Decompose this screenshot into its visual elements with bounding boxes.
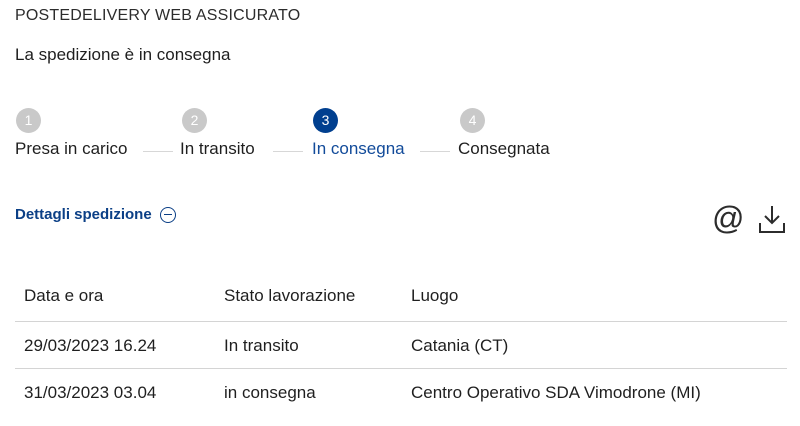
step-connector bbox=[143, 151, 173, 152]
details-toggle-label: Dettagli spedizione bbox=[15, 206, 152, 223]
download-icon-graphic bbox=[759, 206, 785, 233]
header-date-time: Data e ora bbox=[24, 286, 104, 305]
shipment-status-text: La spedizione è in consegna bbox=[15, 45, 231, 64]
step-consegnata: 4 Consegnata bbox=[458, 108, 550, 158]
cell-date-time: 31/03/2023 03.04 bbox=[24, 383, 157, 402]
table-row: 29/03/2023 16.24 In transito Catania (CT… bbox=[15, 321, 787, 368]
minus-circle-icon bbox=[159, 206, 176, 223]
cell-status: in consegna bbox=[224, 383, 316, 402]
table-row: 31/03/2023 03.04 in consegna Centro Oper… bbox=[15, 368, 787, 415]
step-connector bbox=[420, 151, 450, 152]
step-number: 1 bbox=[16, 108, 41, 133]
at-sign-glyph: @ bbox=[712, 200, 745, 236]
service-title: POSTEDELIVERY WEB ASSICURATO bbox=[15, 7, 301, 24]
step-number: 2 bbox=[182, 108, 207, 133]
at-sign-icon[interactable]: @ bbox=[712, 201, 746, 235]
step-label: Consegnata bbox=[458, 139, 550, 158]
step-number: 4 bbox=[460, 108, 485, 133]
header-processing-status: Stato lavorazione bbox=[224, 286, 356, 305]
step-connector bbox=[273, 151, 303, 152]
table-header-row: Data e ora Stato lavorazione Luogo bbox=[15, 271, 787, 321]
step-in-transito: 2 In transito bbox=[180, 108, 255, 158]
step-label: In consegna bbox=[312, 139, 405, 158]
cell-location: Centro Operativo SDA Vimodrone (MI) bbox=[411, 383, 701, 402]
cell-location: Catania (CT) bbox=[411, 336, 509, 355]
step-label: Presa in carico bbox=[15, 139, 128, 158]
cell-date-time: 29/03/2023 16.24 bbox=[24, 336, 157, 355]
step-in-consegna: 3 In consegna bbox=[312, 108, 405, 158]
header-location: Luogo bbox=[411, 286, 459, 305]
shipment-events-table: Data e ora Stato lavorazione Luogo 29/03… bbox=[15, 271, 787, 415]
step-number: 3 bbox=[313, 108, 338, 133]
progress-stepper: 1 Presa in carico 2 In transito 3 In con… bbox=[0, 108, 800, 168]
cell-status: In transito bbox=[224, 336, 299, 355]
step-label: In transito bbox=[180, 139, 255, 158]
details-toggle-button[interactable]: Dettagli spedizione bbox=[15, 206, 176, 223]
step-presa-in-carico: 1 Presa in carico bbox=[15, 108, 127, 158]
download-icon[interactable] bbox=[756, 201, 788, 237]
